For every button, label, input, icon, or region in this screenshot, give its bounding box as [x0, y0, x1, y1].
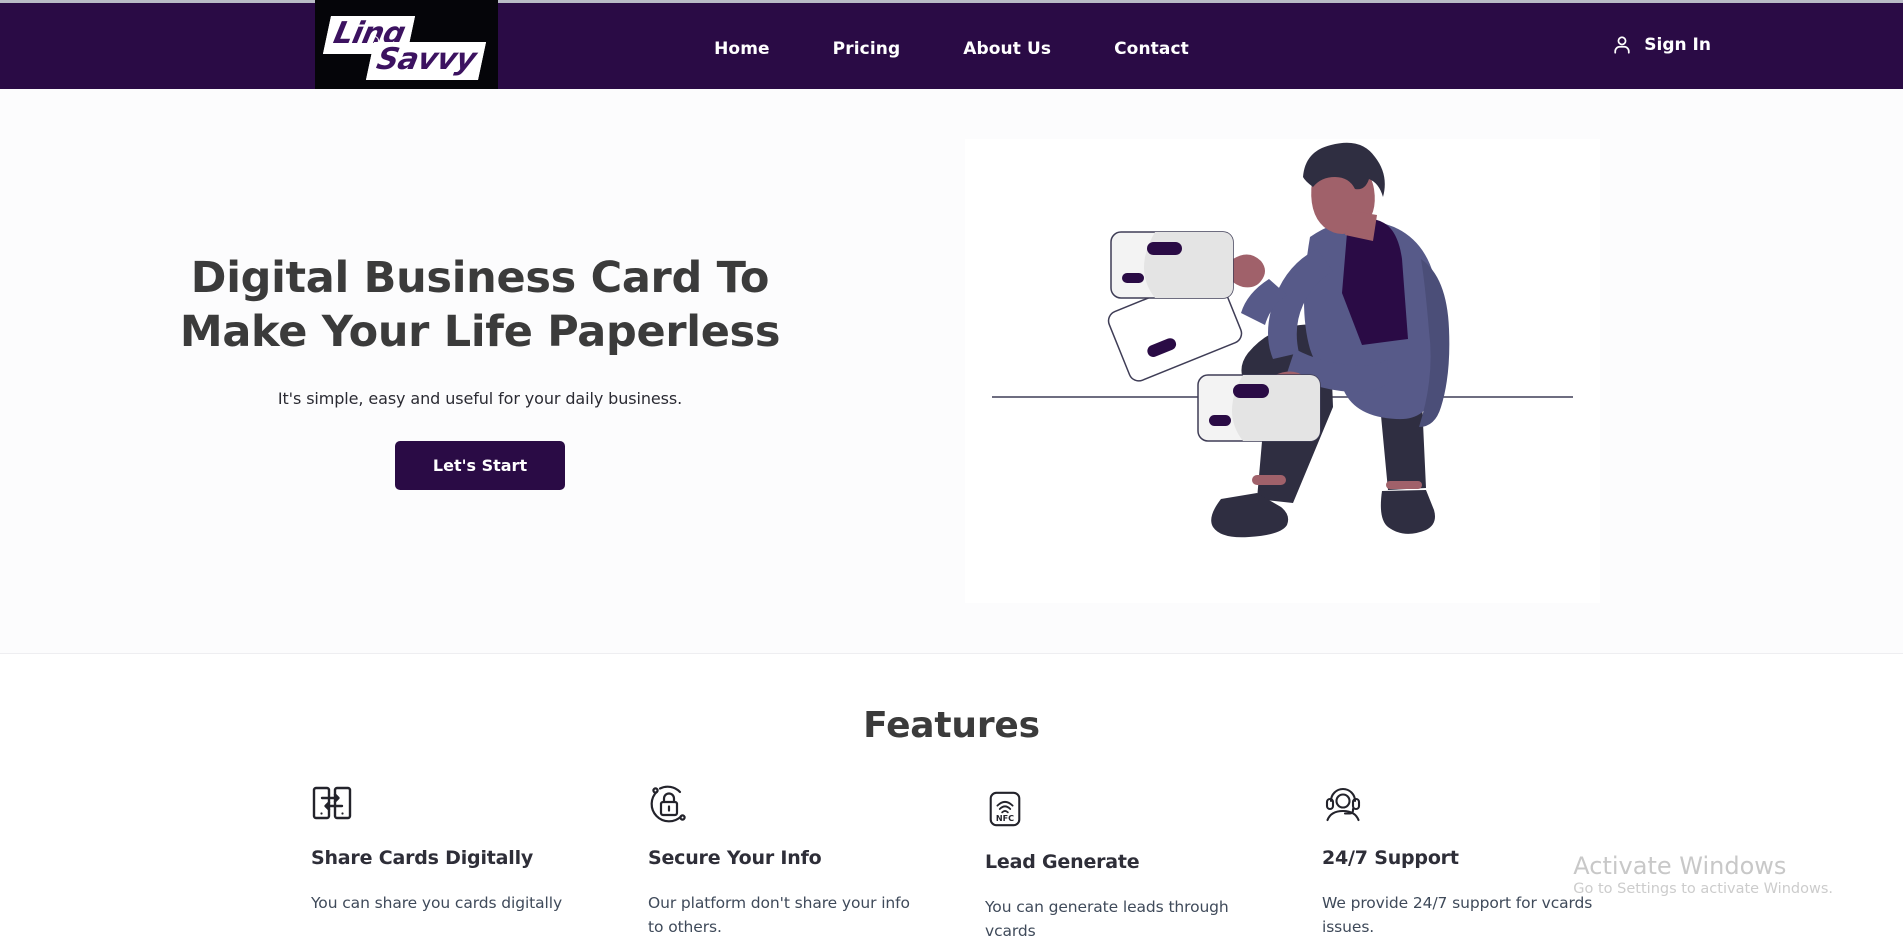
nav-item-contact[interactable]: Contact: [1114, 39, 1189, 59]
hero-section: Digital Business Card To Make Your Life …: [0, 89, 1903, 654]
feature-title: Secure Your Info: [648, 847, 822, 869]
hero-illustration-card: [965, 139, 1600, 603]
feature-title: 24/7 Support: [1322, 847, 1459, 869]
nfc-icon: NFC: [985, 789, 1262, 829]
feature-description: Our platform don't share your info to ot…: [648, 894, 910, 937]
nav-item-pricing[interactable]: Pricing: [833, 39, 901, 59]
feature-title: Share Cards Digitally: [311, 847, 534, 869]
feature-title: Lead Generate: [985, 851, 1140, 873]
svg-text:NFC: NFC: [996, 813, 1014, 823]
site-header: Linq Savvy Home Pricing About Us Contact…: [0, 0, 1903, 89]
features-grid: Share Cards Digitally You can share you …: [311, 783, 1661, 943]
page-root: Linq Savvy Home Pricing About Us Contact…: [0, 0, 1903, 947]
feature-description: You can generate leads through vcards: [985, 898, 1229, 941]
sign-in-button[interactable]: Sign In: [1611, 34, 1711, 56]
lets-start-button[interactable]: Let's Start: [394, 440, 566, 490]
feature-card-share-cards-digitally: Share Cards Digitally You can share you …: [311, 783, 648, 943]
nav-item-about-us[interactable]: About Us: [963, 39, 1051, 59]
feature-description: We provide 24/7 support for vcards issue…: [1322, 894, 1593, 937]
feature-description: You can share you cards digitally: [311, 894, 563, 912]
person-sitting-with-digital-cards-illustration: [992, 142, 1573, 538]
feature-card-secure-your-info: Secure Your Info Our platform don't shar…: [648, 783, 985, 943]
features-section: Features Share Cards Digitally You can s…: [0, 655, 1903, 947]
hero-copy: Digital Business Card To Make Your Life …: [0, 89, 960, 653]
lock-orbit-icon: [648, 783, 925, 825]
headset-support-icon: [1322, 783, 1599, 825]
feature-card-lead-generate: NFC Lead Generate You can generate leads…: [985, 789, 1322, 943]
hero-title: Digital Business Card To Make Your Life …: [179, 253, 781, 357]
features-title: Features: [863, 705, 1040, 746]
share-phones-icon: [311, 783, 588, 825]
user-icon: [1611, 34, 1633, 56]
feature-card-24-7-support: 24/7 Support We provide 24/7 support for…: [1322, 783, 1659, 943]
sign-in-label: Sign In: [1644, 35, 1711, 55]
nav-item-home[interactable]: Home: [714, 39, 770, 59]
registered-mark-icon: [370, 36, 379, 45]
hero-subtitle: It's simple, easy and useful for your da…: [277, 388, 683, 408]
